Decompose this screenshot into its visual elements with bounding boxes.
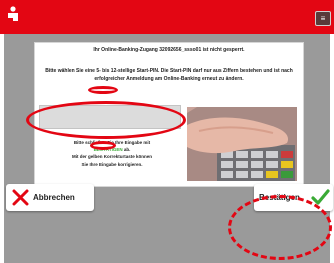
correction-hint-line1: Mit der gelben Korrekturtaste können — [71, 154, 152, 159]
cancel-button[interactable]: Abbrechen — [6, 184, 94, 211]
confirm-button-highlight-oval — [228, 195, 332, 260]
x-icon — [12, 189, 29, 206]
hand-on-pinpad-photo — [187, 107, 297, 181]
access-notice: Ihr Online-Banking-Zugang 32092656_ssso0… — [93, 47, 245, 53]
pin-hint-highlight-oval — [88, 86, 118, 94]
cancel-label: Abbrechen — [33, 193, 75, 202]
corner-menu-button[interactable]: ≡ — [315, 11, 331, 26]
finish-hint-suffix: ab. — [123, 147, 131, 152]
sparkasse-logo-icon — [8, 6, 18, 21]
pin-field-highlight-oval — [26, 101, 186, 139]
pin-hint-highlight-oval-lower — [90, 141, 116, 150]
correction-hint: Mit der gelben Korrekturtaste können Sie… — [41, 153, 183, 169]
top-bar: ≡ — [0, 0, 334, 34]
pin-instructions: Bitte wählen Sie eine 5- bis 12-stellige… — [45, 68, 293, 82]
correction-hint-line2: Sie Ihre Eingabe korrigieren. — [81, 162, 143, 167]
